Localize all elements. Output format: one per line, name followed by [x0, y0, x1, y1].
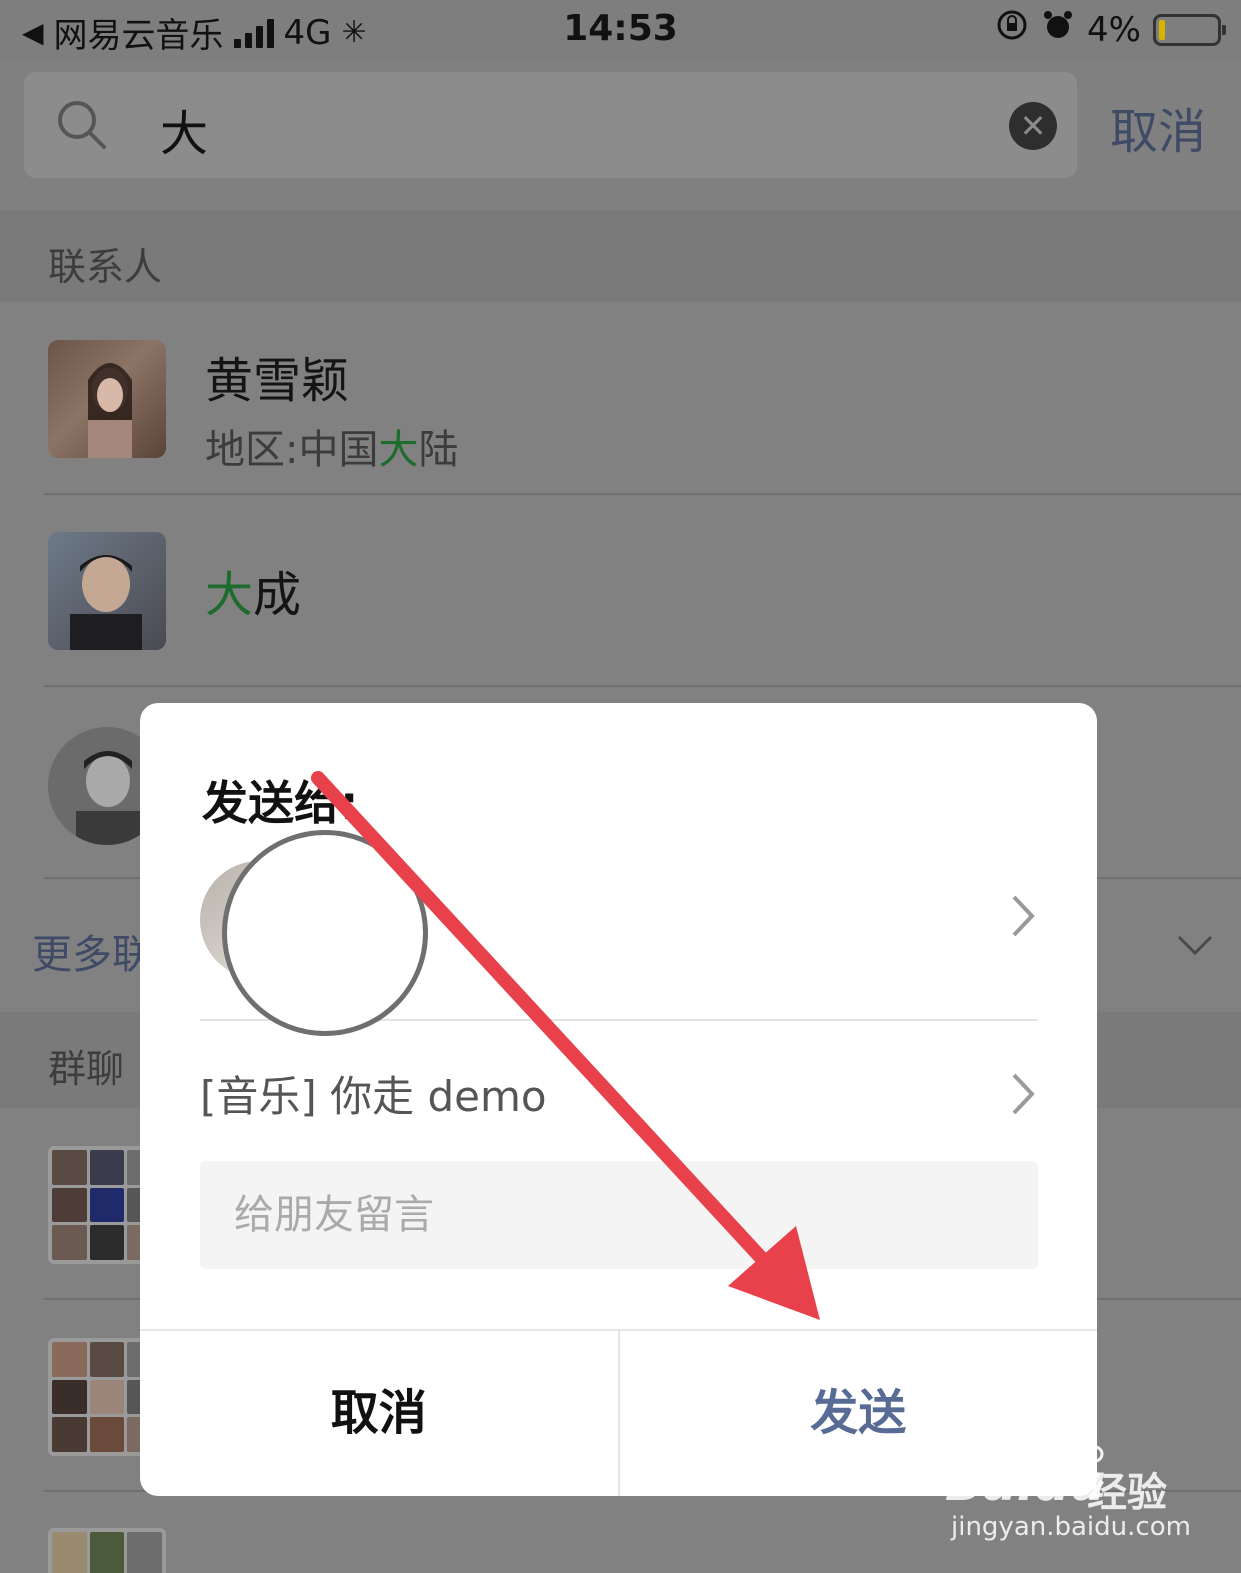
more-contacts-link[interactable]: 更多联: [32, 922, 152, 980]
contact-row[interactable]: 大成: [0, 495, 1241, 687]
message-input[interactable]: [200, 1161, 1038, 1269]
alarm-icon: [1041, 8, 1075, 51]
dialog-cancel-button[interactable]: 取消: [140, 1331, 620, 1496]
contact-name: 大成: [205, 567, 302, 623]
chevron-right-icon: [1012, 1073, 1035, 1115]
chevron-right-icon: [1012, 895, 1035, 937]
rotation-lock-icon: [995, 8, 1029, 51]
search-icon: [58, 101, 106, 149]
group-avatar[interactable]: [48, 1528, 166, 1573]
battery-icon: [1153, 13, 1226, 46]
music-item-title: [音乐] 你走 demo: [200, 1072, 547, 1121]
watermark-brand: Baidu: [945, 1454, 1106, 1512]
clear-search-icon[interactable]: ✕: [1009, 102, 1057, 150]
search-bar[interactable]: 大 ✕: [24, 72, 1077, 178]
chevron-down-icon[interactable]: [1175, 925, 1215, 965]
dialog-title: 发送给:: [202, 776, 359, 830]
search-query[interactable]: 大: [160, 94, 208, 164]
baidu-watermark: Baidu 经验 jingyan.baidu.com: [945, 1433, 1191, 1570]
battery-percent: 4%: [1087, 9, 1141, 50]
watermark-brand-cn: 经验: [1087, 1470, 1167, 1516]
touch-indicator: [222, 830, 428, 1036]
music-item-row[interactable]: [音乐] 你走 demo: [200, 1063, 1038, 1123]
contact-avatar: [48, 532, 166, 650]
contact-region: 地区:中国大陆: [205, 427, 459, 473]
groups-section-title: 群聊: [48, 1047, 125, 1091]
contact-avatar: [48, 340, 166, 458]
search-cancel-button[interactable]: 取消: [1110, 92, 1206, 162]
status-right: 4%: [995, 8, 1226, 51]
status-bar: ◀ 网易云音乐 4G ✳ 14:53 4%: [0, 0, 1241, 62]
contacts-section-title: 联系人: [48, 245, 163, 289]
contact-row[interactable]: 黄雪颖 地区:中国大陆: [0, 305, 1241, 495]
share-dialog: 发送给: 节 [音乐] 你走 demo 取消 发送: [140, 703, 1097, 1496]
watermark-url: jingyan.baidu.com: [951, 1512, 1191, 1542]
contact-name: 黄雪颖: [205, 353, 350, 409]
contacts-section-header: 联系人: [0, 210, 1241, 302]
